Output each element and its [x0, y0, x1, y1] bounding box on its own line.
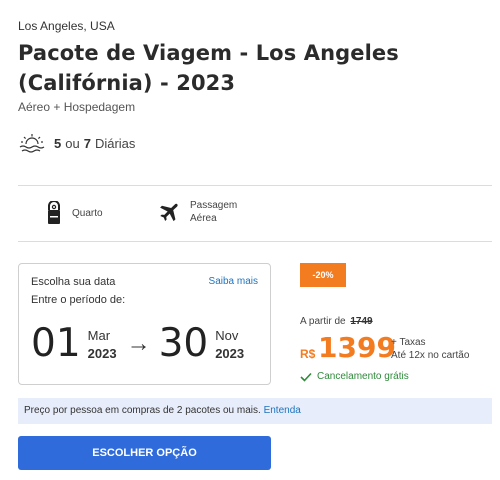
feature-room: Quarto	[46, 201, 103, 225]
package-subtitle: Aéreo + Hospedagem	[18, 100, 136, 114]
end-day: 30	[158, 321, 209, 366]
page-title: Pacote de Viagem - Los Angeles (Califórn…	[18, 41, 399, 95]
discount-badge: -20%	[300, 263, 346, 287]
end-year: 2023	[215, 346, 245, 361]
old-price: 1749	[350, 316, 373, 327]
nights-label: Diárias	[94, 135, 136, 151]
price-info-bar: Preço por pessoa em compras de 2 pacotes…	[18, 398, 492, 424]
airplane-icon	[160, 203, 178, 222]
check-icon	[300, 372, 312, 382]
price-details: + Taxas Até 12x no cartão	[391, 336, 469, 362]
nights-min: 5	[54, 135, 62, 151]
door-hanger-icon	[48, 201, 60, 224]
saiba-mais-link[interactable]: Saiba mais	[209, 276, 258, 287]
end-month-year: Nov 2023	[215, 327, 244, 363]
feature-flight-label-line1: Passagem	[190, 200, 238, 211]
feature-room-label: Quarto	[72, 207, 103, 219]
nights-info: 5 ou 7 Diárias	[18, 132, 135, 154]
divider-top	[18, 185, 492, 186]
date-range: 01 Mar 2023 → 30 Nov 2023	[31, 324, 244, 364]
end-month: Nov	[215, 328, 239, 343]
nights-max: 7	[83, 135, 91, 151]
price-value: 1399	[318, 331, 396, 364]
price-currency: R$	[300, 347, 316, 361]
date-selector[interactable]: Escolha sua data Saiba mais Entre o perí…	[18, 263, 271, 385]
arrow-right-icon: →	[126, 330, 151, 357]
choose-option-button[interactable]: ESCOLHER OPÇÃO	[18, 436, 271, 470]
sunset-icon	[19, 134, 45, 153]
from-price: A partir de 1749	[300, 316, 373, 327]
start-month: Mar	[87, 328, 111, 343]
location-label: Los Angeles, USA	[18, 19, 115, 33]
feature-flight-label-line2: Aérea	[190, 213, 217, 224]
installments-label: Até 12x no cartão	[391, 350, 470, 361]
entenda-link[interactable]: Entenda	[264, 405, 301, 416]
start-month-year: Mar 2023	[88, 327, 117, 363]
feature-flight-label: Passagem Aérea	[190, 199, 237, 225]
taxes-label: + Taxas	[391, 337, 426, 348]
start-day: 01	[31, 321, 81, 366]
divider-bottom	[18, 241, 492, 242]
cancellation-label: Cancelamento grátis	[317, 371, 409, 382]
start-year: 2023	[87, 346, 117, 361]
price-info-text: Preço por pessoa em compras de 2 pacotes…	[24, 405, 261, 416]
date-period-label: Entre o período de:	[31, 294, 126, 306]
free-cancellation: Cancelamento grátis	[300, 371, 409, 382]
feature-flight: Passagem Aérea	[158, 199, 237, 225]
nights-separator: ou	[65, 135, 80, 151]
from-label: A partir de	[300, 316, 346, 327]
